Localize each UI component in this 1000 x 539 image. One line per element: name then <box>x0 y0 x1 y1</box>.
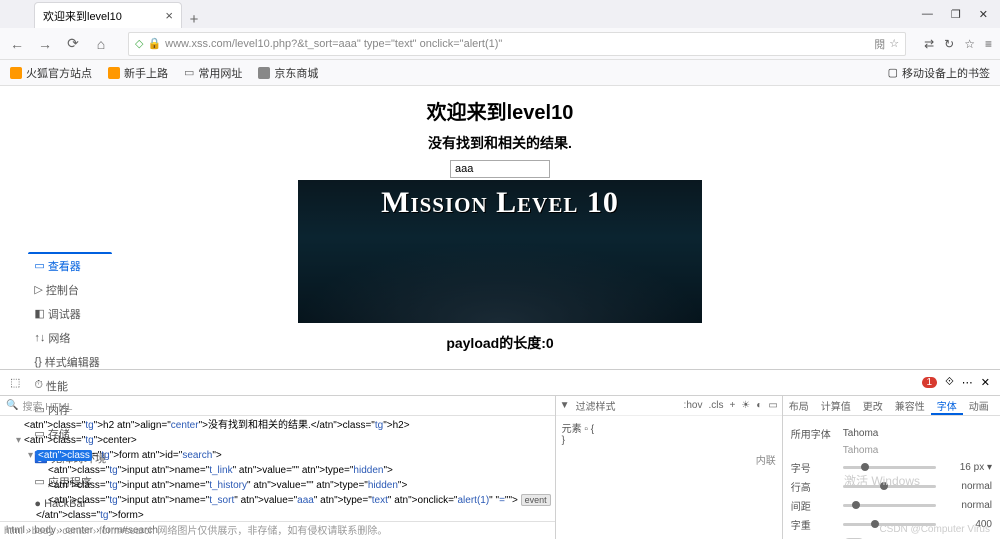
mobile-bookmarks-button[interactable]: ▢移动设备上的书签 <box>888 65 990 81</box>
browser-tab[interactable]: 欢迎来到level10 × <box>34 2 182 28</box>
right-tab[interactable]: 动画 <box>963 396 995 415</box>
bookmark-bar: 火狐官方站点 新手上路 ▭常用网址 京东商城 ▢移动设备上的书签 <box>0 60 1000 86</box>
maximize-button[interactable]: ❐ <box>951 8 961 21</box>
print-icon[interactable]: ▭ <box>768 400 777 411</box>
right-tab[interactable]: 更改 <box>857 396 889 415</box>
windows-watermark: 激活 Windows <box>844 472 920 489</box>
right-panel: 布局计算值更改兼容性字体动画 所用字体Tahoma Tahoma 字号16 px… <box>783 396 1000 539</box>
font-used-label: 所用字体 <box>791 426 837 441</box>
site-icon <box>258 67 270 79</box>
right-tab[interactable]: 计算值 <box>815 396 857 415</box>
html-node[interactable]: <atn">class="tg">input atn">name="t_hist… <box>4 478 551 493</box>
tab-title: 欢迎来到level10 <box>43 8 122 24</box>
footer-note: html › body › center › form#search 网络图片仅… <box>4 522 387 537</box>
html-tree[interactable]: <atn">class="tg">h2 atn">align="center">… <box>0 416 555 521</box>
devtools-tab[interactable]: ▭ 查看器 <box>28 252 112 278</box>
html-node[interactable]: ▾<atn">class="tg">center> <box>4 433 551 448</box>
new-tab-button[interactable]: + <box>182 11 206 28</box>
toolbar: ← → ⟳ ⌂ ◇ 🔒 www.xss.com/level10.php?&t_s… <box>0 28 1000 60</box>
devtools-tab[interactable]: {} 样式编辑器 <box>28 350 112 374</box>
close-window-button[interactable]: ✕ <box>979 8 988 21</box>
folder-icon: ▭ <box>184 66 194 79</box>
devtools-tab[interactable]: ⏱ 性能 <box>28 374 112 398</box>
mobile-icon: ▢ <box>888 66 898 79</box>
minimize-button[interactable]: — <box>922 8 933 20</box>
filter-styles[interactable]: 过滤样式 <box>576 398 616 413</box>
devtools-tab[interactable]: ▷ 控制台 <box>28 278 112 302</box>
devtools-settings-icon[interactable]: ⟐ <box>945 376 954 389</box>
forward-button[interactable]: → <box>36 36 54 52</box>
slider[interactable] <box>843 504 936 507</box>
devtools: ⬚ ▭ 查看器▷ 控制台◧ 调试器↑↓ 网络{} 样式编辑器⏱ 性能▭ 内存▭ … <box>0 369 1000 539</box>
bookmark-item[interactable]: 新手上路 <box>108 65 168 81</box>
close-tab-icon[interactable]: × <box>165 8 173 23</box>
toolbar-icon-3[interactable]: ☆ <box>964 37 975 51</box>
html-node[interactable]: </atn">class="tg">form> <box>4 508 551 521</box>
titlebar: 欢迎来到level10 × + — ❐ ✕ <box>0 0 1000 28</box>
t-sort-input[interactable] <box>450 160 550 178</box>
filter-icon: ▼ <box>560 400 570 411</box>
light-icon[interactable]: ☀ <box>741 400 750 411</box>
address-bar[interactable]: ◇ 🔒 www.xss.com/level10.php?&t_sort=aaa"… <box>128 32 906 56</box>
devtools-close-icon[interactable]: ✕ <box>981 376 990 389</box>
payload-length: payload的长度:0 <box>0 333 1000 353</box>
dark-icon[interactable]: ◐ <box>756 400 762 411</box>
html-panel: 🔍 搜索 HTML <atn">class="tg">h2 atn">align… <box>0 396 556 539</box>
csdn-watermark: CSDN @Computer Virus <box>879 524 990 535</box>
add-rule-button[interactable]: + <box>729 400 735 411</box>
html-node[interactable]: <atn">class="tg">h2 atn">align="center">… <box>4 418 551 433</box>
toolbar-icon-2[interactable]: ↻ <box>944 37 954 51</box>
styles-panel: ▼ 过滤样式 :hov .cls + ☀ ◐ ▭ 元素 ▫ { } 内联 <box>556 396 783 539</box>
back-button[interactable]: ← <box>8 36 26 52</box>
hero-text: Mission Level 10 <box>381 186 619 220</box>
html-node[interactable]: ▾<atn">class="tg">form atn">id="search"> <box>4 448 551 463</box>
right-tab[interactable]: 字体 <box>931 396 963 415</box>
toolbar-icon-1[interactable]: ⇄ <box>924 37 934 51</box>
devtools-tabbar: ⬚ ▭ 查看器▷ 控制台◧ 调试器↑↓ 网络{} 样式编辑器⏱ 性能▭ 内存▭ … <box>0 370 1000 396</box>
font-name: Tahoma <box>843 428 879 439</box>
rule-source: 内联 <box>556 450 782 469</box>
hov-button[interactable]: :hov <box>684 400 703 411</box>
font-setting-row: 间距normal <box>791 498 992 513</box>
cls-button[interactable]: .cls <box>708 400 723 411</box>
html-node[interactable]: <atn">class="tg">input atn">name="t_sort… <box>4 493 551 508</box>
devtools-tab[interactable]: ↑↓ 网络 <box>28 326 112 350</box>
right-tab[interactable]: 布局 <box>783 396 815 415</box>
lock-icon: 🔒 <box>147 37 161 50</box>
reader-icon[interactable]: 閱 <box>874 36 885 52</box>
url-text: www.xss.com/level10.php?&t_sort=aaa" typ… <box>165 38 502 50</box>
rule-element: 元素 ▫ { <box>562 420 776 435</box>
page-title: 欢迎来到level10 <box>0 96 1000 125</box>
firefox-icon <box>108 67 120 79</box>
bookmark-item[interactable]: 京东商城 <box>258 65 318 81</box>
page-subtitle: 没有找到和相关的结果. <box>0 133 1000 153</box>
bookmark-item[interactable]: 火狐官方站点 <box>10 65 92 81</box>
firefox-icon <box>10 67 22 79</box>
bookmark-item[interactable]: ▭常用网址 <box>184 65 242 81</box>
home-button[interactable]: ⌂ <box>92 36 110 52</box>
bookmark-star-icon[interactable]: ☆ <box>889 37 899 50</box>
menu-button[interactable]: ≡ <box>985 37 992 51</box>
html-node[interactable]: <atn">class="tg">input atn">name="t_link… <box>4 463 551 478</box>
error-badge[interactable]: 1 <box>922 377 938 388</box>
devtools-tab[interactable]: ◧ 调试器 <box>28 302 112 326</box>
right-tab[interactable]: 兼容性 <box>889 396 931 415</box>
devtools-more-icon[interactable]: ⋯ <box>962 376 973 389</box>
shield-icon: ◇ <box>135 37 143 50</box>
rule-close: } <box>562 435 776 446</box>
page-content: 欢迎来到level10 没有找到和相关的结果. Mission Level 10… <box>0 86 1000 369</box>
reload-button[interactable]: ⟳ <box>64 35 82 52</box>
inspector-pick-icon[interactable]: ⬚ <box>4 372 26 393</box>
font-sub: Tahoma <box>843 445 879 456</box>
html-search[interactable]: 🔍 搜索 HTML <box>0 396 555 416</box>
slider[interactable] <box>843 466 936 469</box>
hero-image: Mission Level 10 <box>298 180 702 323</box>
